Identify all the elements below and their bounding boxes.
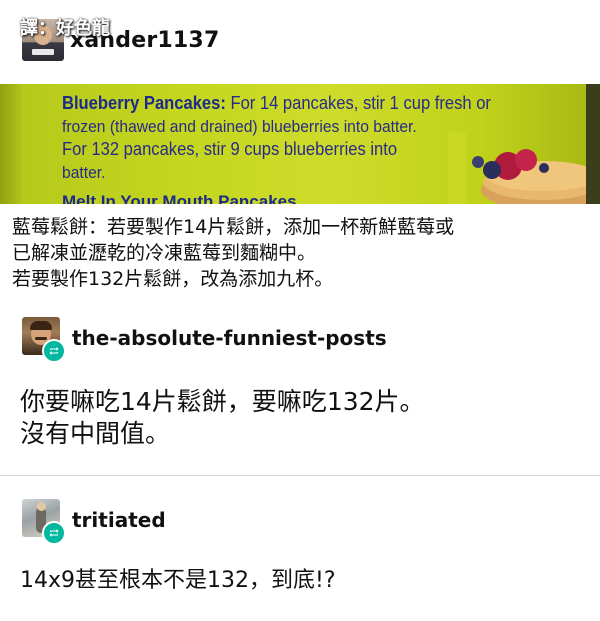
reblog-avatar-1[interactable]	[22, 317, 66, 363]
reblog-header-1: the-absolute-funniest-posts	[22, 316, 387, 363]
translator-watermark: 譯：好色龍	[20, 18, 110, 39]
photo-line-3: For 132 pancakes, stir 9 cups blueberrie…	[62, 139, 398, 159]
divider	[0, 475, 600, 476]
avatar-mustache	[35, 337, 47, 340]
photo-line-4: batter.	[62, 163, 106, 182]
reblog-1-line-1: 你要嘛吃14片鬆餅，要嘛吃132片。	[20, 387, 425, 416]
avatar-hair	[30, 321, 52, 330]
reblog-avatar-2[interactable]	[22, 499, 66, 545]
photo-line-2: frozen (thawed and drained) blueberries …	[62, 117, 417, 136]
caption-line-2: 已解凍並瀝乾的冷凍藍莓到麵糊中。	[12, 242, 317, 264]
photo-line-5-cut: Melt In Your Mouth Pancakes	[62, 192, 297, 204]
username-tritiated[interactable]: tritiated	[72, 508, 166, 532]
avatar-shirt	[32, 49, 54, 55]
pancake-stack-image	[448, 132, 598, 204]
photo-line-1-rest: For 14 pancakes, stir 1 cup fresh or	[225, 93, 491, 113]
username-the-absolute-funniest-posts[interactable]: the-absolute-funniest-posts	[72, 326, 387, 350]
photo-line-1: Blueberry Pancakes: For 14 pancakes, sti…	[62, 92, 513, 115]
reblog-icon	[42, 339, 66, 363]
pancake-box-photo: Blueberry Pancakes: For 14 pancakes, sti…	[0, 84, 600, 204]
caption-line-1: 藍莓鬆餅：若要製作14片鬆餅，添加一杯新鮮藍莓或	[12, 216, 455, 238]
reblog-header-2: tritiated	[22, 498, 166, 545]
caption-line-3: 若要製作132片鬆餅，改為添加九杯。	[12, 268, 334, 290]
photo-text-block: Blueberry Pancakes: For 14 pancakes, sti…	[62, 92, 513, 184]
reblog-1-body: 你要嘛吃14片鬆餅，要嘛吃132片。 沒有中間值。	[20, 386, 425, 450]
translated-caption: 藍莓鬆餅：若要製作14片鬆餅，添加一杯新鮮藍莓或 已解凍並瀝乾的冷凍藍莓到麵糊中…	[12, 214, 592, 292]
photo-left-strip	[0, 84, 22, 204]
avatar-head	[37, 502, 46, 511]
reblog-1-line-2: 沒有中間值。	[20, 419, 171, 448]
reblog-icon	[42, 521, 66, 545]
photo-right-strip	[586, 84, 600, 204]
photo-line-1-bold: Blueberry Pancakes:	[62, 93, 226, 113]
reblog-2-line-1: 14x9甚至根本不是132，到底!?	[20, 568, 336, 593]
reblog-2-body: 14x9甚至根本不是132，到底!?	[20, 566, 336, 596]
